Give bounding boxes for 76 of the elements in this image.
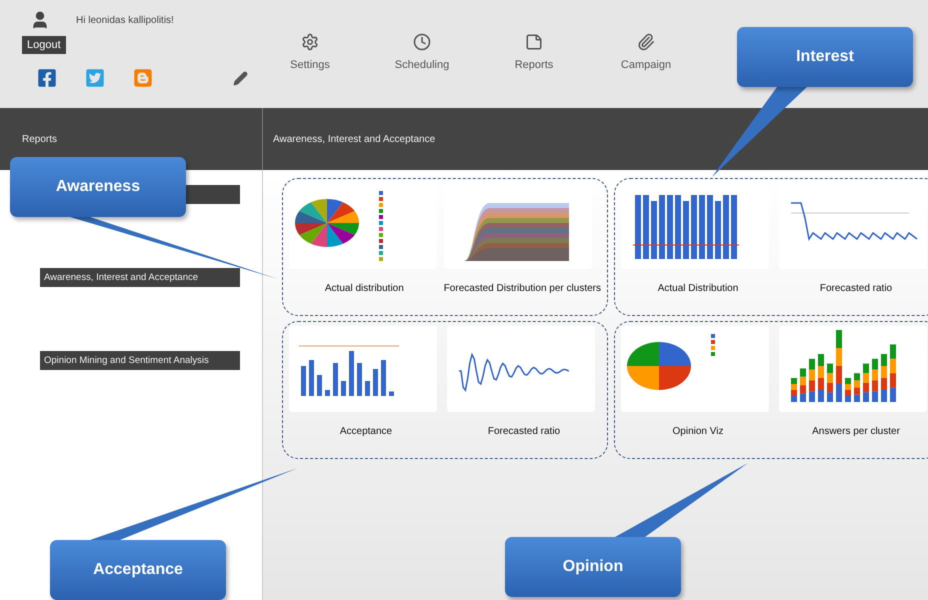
facebook-icon[interactable] bbox=[37, 68, 57, 88]
legend-swatch bbox=[379, 203, 383, 207]
legend-swatch bbox=[711, 340, 715, 344]
chart-bar bbox=[373, 369, 378, 396]
chart-bar bbox=[389, 392, 394, 396]
chart-bar bbox=[365, 381, 370, 396]
blogger-icon[interactable] bbox=[133, 68, 153, 88]
sidebar-item[interactable]: Opinion Mining and Sentiment Analysis bbox=[40, 351, 240, 370]
chart-bar bbox=[683, 201, 689, 259]
chart-bar bbox=[357, 363, 362, 396]
chart-bar bbox=[707, 195, 713, 259]
chart-label[interactable]: Forecasted ratio bbox=[447, 426, 601, 437]
legend-swatch bbox=[379, 197, 383, 201]
chart-bar bbox=[667, 195, 673, 259]
chart-bar bbox=[309, 360, 314, 396]
chart-label[interactable]: Opinion Viz bbox=[621, 426, 775, 437]
chart-bar bbox=[659, 195, 665, 259]
chart-bar bbox=[317, 375, 322, 396]
chart-bar bbox=[731, 195, 737, 259]
chart-bar bbox=[651, 201, 657, 259]
chart-label[interactable]: Actual Distribution bbox=[621, 283, 775, 294]
legend-swatch bbox=[379, 215, 383, 219]
pie-slice bbox=[627, 366, 659, 390]
chart-label[interactable]: Actual distribution bbox=[289, 283, 440, 294]
chart-label[interactable]: Acceptance bbox=[289, 426, 443, 437]
legend-swatch bbox=[711, 334, 715, 338]
sidebar-item[interactable] bbox=[186, 185, 240, 204]
chart-bar bbox=[341, 381, 346, 396]
callout: Interest bbox=[737, 27, 913, 87]
legend-swatch bbox=[379, 227, 383, 231]
chart-bar bbox=[675, 195, 681, 259]
pencil-icon[interactable] bbox=[233, 70, 248, 86]
legend-swatch bbox=[379, 251, 383, 255]
chart-bar bbox=[381, 360, 386, 396]
legend-swatch bbox=[711, 352, 715, 356]
nav-item[interactable]: Scheduling bbox=[366, 33, 478, 108]
legend-swatch bbox=[711, 346, 715, 350]
chart-bar bbox=[715, 201, 721, 259]
chart-bar bbox=[699, 195, 705, 259]
nav-item[interactable]: Reports bbox=[478, 33, 590, 108]
pie-slice bbox=[659, 366, 691, 390]
clock-icon bbox=[413, 33, 431, 51]
legend-swatch bbox=[379, 221, 383, 225]
pie-slice bbox=[627, 342, 659, 366]
logout-button[interactable]: Logout bbox=[22, 36, 66, 54]
settings-icon bbox=[301, 33, 319, 51]
chart-label[interactable]: Forecasted Distribution per clusters bbox=[444, 283, 601, 294]
chart-bar bbox=[635, 195, 641, 259]
callout: Acceptance bbox=[50, 540, 226, 600]
sidebar-item[interactable]: Awareness, Interest and Acceptance bbox=[40, 268, 240, 287]
legend-swatch bbox=[379, 209, 383, 213]
legend-swatch bbox=[379, 191, 383, 195]
greeting: Hi leonidas kallipolitis! bbox=[76, 14, 174, 26]
chart-bar bbox=[723, 195, 729, 259]
chart-bar bbox=[691, 195, 697, 259]
legend-swatch bbox=[379, 233, 383, 237]
nav-item[interactable]: Campaign bbox=[590, 33, 702, 108]
chart-label[interactable]: Answers per cluster bbox=[779, 426, 928, 437]
callout: Opinion bbox=[505, 537, 681, 597]
document-icon bbox=[525, 33, 543, 51]
sidebar-title: Reports bbox=[21, 134, 58, 144]
nav-item[interactable]: Settings bbox=[254, 33, 366, 108]
chart-bar bbox=[325, 390, 330, 396]
chart-bar bbox=[333, 363, 338, 396]
callout: Awareness bbox=[10, 157, 186, 217]
paperclip-icon bbox=[637, 33, 655, 51]
legend-swatch bbox=[379, 239, 383, 243]
pie-slice bbox=[659, 342, 691, 366]
chart-bar bbox=[301, 366, 306, 396]
chart-label[interactable]: Forecasted ratio bbox=[779, 283, 928, 294]
legend-swatch bbox=[379, 245, 383, 249]
twitter-icon[interactable] bbox=[85, 68, 105, 88]
chart-bar bbox=[349, 351, 354, 396]
legend-swatch bbox=[379, 257, 383, 261]
content-title: Awareness, Interest and Acceptance bbox=[272, 134, 436, 144]
chart-bar bbox=[643, 195, 649, 259]
